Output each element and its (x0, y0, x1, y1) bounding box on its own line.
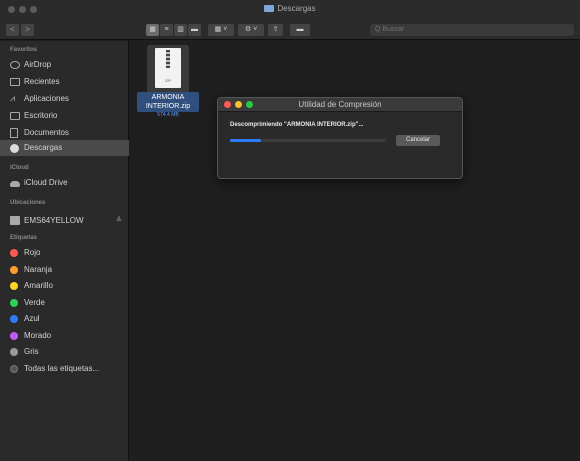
view-list-button[interactable]: ≡ (160, 24, 173, 36)
yellow-tag-dot (10, 282, 18, 290)
sidebar-tag-all[interactable]: Todas las etiquetas... (0, 361, 129, 377)
sidebar-item-icloud-drive[interactable]: iCloud Drive (0, 175, 129, 191)
eject-icon[interactable]: ≜ (116, 213, 122, 229)
sidebar-section-locations: Ubicaciones (10, 200, 46, 206)
download-icon (10, 144, 19, 153)
sidebar-tag-gris[interactable]: Gris (0, 344, 129, 360)
document-icon (10, 128, 18, 138)
sidebar: Favoritos AirDrop Recientes ⩘ Aplicacion… (0, 41, 129, 461)
sidebar-section-favorites: Favoritos (10, 47, 38, 53)
compression-dialog: Utilidad de Compresión Descomprimiendo "… (217, 97, 463, 179)
sidebar-section-tags: Etiquetas (10, 235, 38, 241)
file-name-label[interactable]: ARMONIA INTERIOR.zip (137, 92, 199, 112)
view-icons-button[interactable]: ▦ (146, 24, 159, 36)
sidebar-tag-morado[interactable]: Morado (0, 328, 129, 344)
view-gallery-button[interactable]: ▬ (188, 24, 201, 36)
sidebar-tag-naranja[interactable]: Naranja (0, 262, 129, 278)
orange-tag-dot (10, 266, 18, 274)
blue-tag-dot (10, 315, 18, 323)
share-button[interactable]: ⇪ (268, 24, 283, 36)
view-columns-button[interactable]: ▥ (174, 24, 187, 36)
file-size-label: 574.4 MB (157, 112, 179, 118)
dialog-title-bar: Utilidad de Compresión (218, 98, 462, 112)
progress-fill (230, 139, 262, 142)
zip-document-icon: ZIP (155, 48, 181, 88)
action-menu-button[interactable]: ⚙ ˅ (238, 24, 264, 36)
sidebar-item-escritorio[interactable]: Escritorio (0, 108, 129, 124)
zip-file-icon[interactable]: ZIP (147, 45, 189, 93)
gray-tag-dot (10, 348, 18, 356)
sidebar-item-ems64yellow[interactable]: EMS64YELLOW ≜ (0, 213, 129, 229)
red-tag-dot (10, 249, 18, 257)
sidebar-item-descargas[interactable]: Descargas (0, 140, 129, 156)
green-tag-dot (10, 299, 18, 307)
sidebar-section-icloud: iCloud (10, 165, 29, 171)
clock-icon (10, 78, 20, 86)
search-input[interactable]: Q Buscar (370, 24, 574, 36)
window-title: Descargas (0, 4, 580, 13)
sidebar-item-recientes[interactable]: Recientes (0, 74, 129, 90)
apps-icon: ⩘ (10, 93, 16, 103)
drive-icon (10, 216, 20, 225)
sidebar-item-aplicaciones[interactable]: ⩘ Aplicaciones (0, 91, 129, 107)
forward-button[interactable]: > (21, 24, 34, 36)
sidebar-tag-amarillo[interactable]: Amarillo (0, 278, 129, 294)
group-menu-button[interactable]: ▦ ˅ (208, 24, 234, 36)
dialog-title: Utilidad de Compresión (298, 100, 382, 109)
sidebar-item-documentos[interactable]: Documentos (0, 125, 129, 141)
cloud-icon (10, 181, 20, 187)
zipper-icon (166, 50, 170, 68)
cancel-button[interactable]: Cancelar (396, 135, 440, 146)
tag-button[interactable]: ▬ (290, 24, 310, 36)
title-bar: Descargas < > ▦ ≡ ▥ ▬ ▦ ˅ ⚙ ˅ ⇪ ▬ Q Busc… (0, 0, 580, 40)
progress-bar (230, 139, 386, 142)
all-tags-icon (10, 365, 18, 373)
sidebar-item-airdrop[interactable]: AirDrop (0, 57, 129, 73)
airdrop-icon (10, 61, 20, 69)
sidebar-tag-azul[interactable]: Azul (0, 311, 129, 327)
desktop-icon (10, 112, 20, 120)
folder-icon (264, 5, 275, 12)
finder-window: Descargas < > ▦ ≡ ▥ ▬ ▦ ˅ ⚙ ˅ ⇪ ▬ Q Busc… (0, 0, 580, 461)
purple-tag-dot (10, 332, 18, 340)
sidebar-tag-rojo[interactable]: Rojo (0, 245, 129, 261)
back-button[interactable]: < (6, 24, 19, 36)
progress-message: Descomprimiendo "ARMONIA INTERIOR.zip"..… (230, 122, 364, 128)
sidebar-tag-verde[interactable]: Verde (0, 295, 129, 311)
